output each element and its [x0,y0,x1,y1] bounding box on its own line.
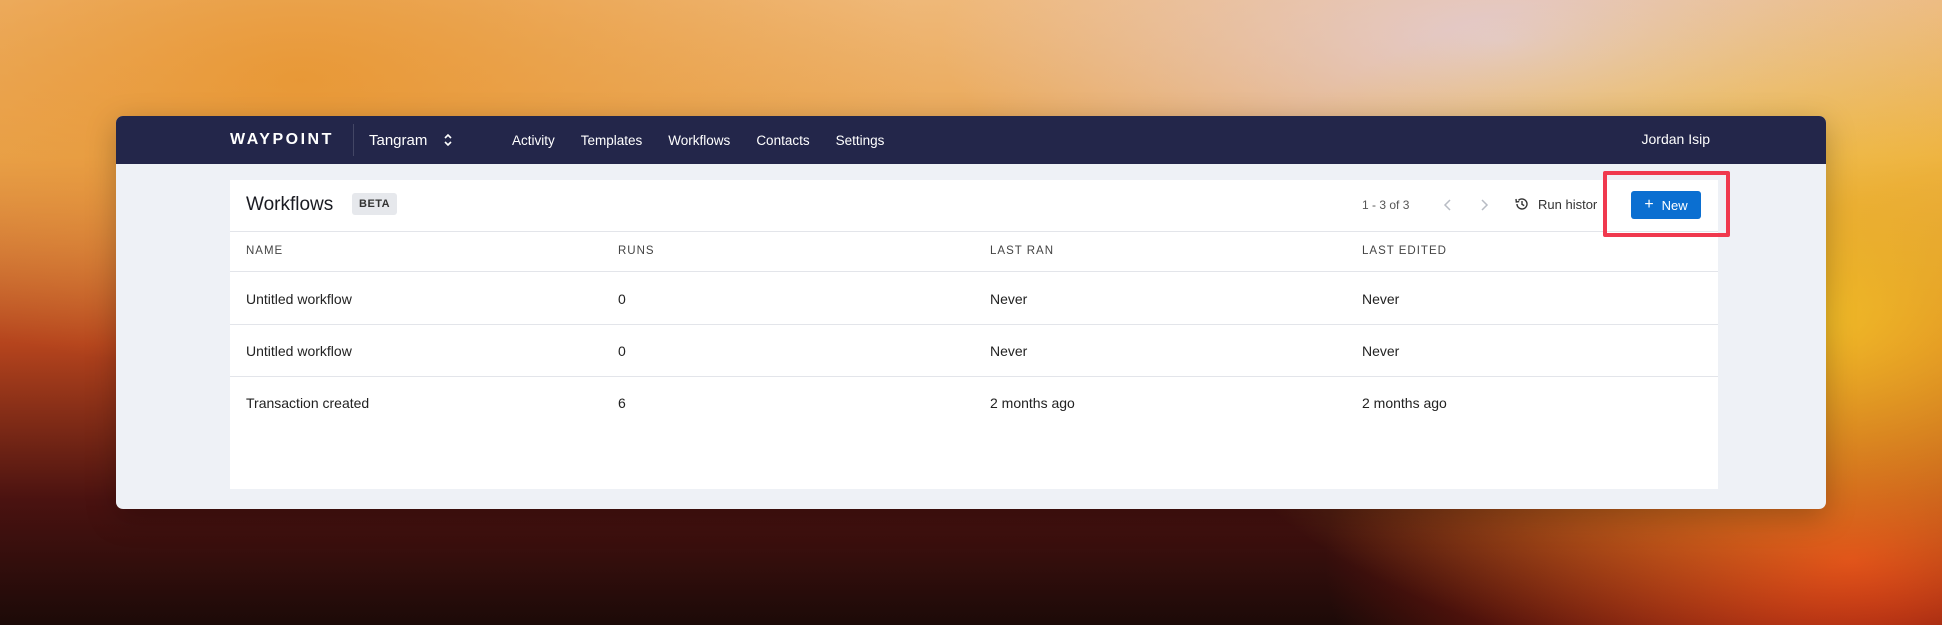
column-header-name[interactable]: NAME [246,245,283,257]
nav-settings[interactable]: Settings [836,133,885,148]
workflow-last-edited: Never [1362,343,1400,359]
column-header-last-edited[interactable]: LAST EDITED [1362,245,1447,257]
nav-templates[interactable]: Templates [581,133,643,148]
table-header: NAME RUNS LAST RAN LAST EDITED [230,232,1718,272]
beta-badge: BETA [352,193,398,215]
org-name: Tangram [369,131,428,149]
table-row[interactable]: Transaction created 6 2 months ago 2 mon… [230,376,1718,428]
pagination-text: 1 - 3 of 3 [1362,198,1410,212]
workflow-name: Transaction created [246,395,370,411]
app-window: WAYPOINT Tangram Activity Templates Work… [116,116,1826,509]
panel-header: Workflows BETA 1 - 3 of 3 Run histor + N… [230,180,1718,232]
workflow-runs: 6 [618,395,626,411]
workflow-last-edited: 2 months ago [1362,395,1447,411]
chevron-up-down-icon [444,133,452,147]
workflow-runs: 0 [618,343,626,359]
run-history-label: Run histor [1538,196,1598,212]
org-switcher[interactable]: Tangram [369,128,453,152]
page-title: Workflows [246,194,334,215]
table-row[interactable]: Untitled workflow 0 Never Never [230,324,1718,377]
highlight-box [1603,171,1730,237]
chevron-left-icon[interactable] [1441,198,1455,212]
table-row[interactable]: Untitled workflow 0 Never Never [230,272,1718,325]
nav-contacts[interactable]: Contacts [756,133,809,148]
run-history-button[interactable]: Run histor [1514,196,1597,212]
workflow-name: Untitled workflow [246,291,352,307]
nav-activity[interactable]: Activity [512,133,555,148]
top-navigation-bar: WAYPOINT Tangram Activity Templates Work… [116,116,1826,164]
workflow-name: Untitled workflow [246,343,352,359]
workflows-panel: Workflows BETA 1 - 3 of 3 Run histor + N… [230,180,1718,489]
column-header-runs[interactable]: RUNS [618,245,655,257]
nav-workflows[interactable]: Workflows [668,133,730,148]
workflow-runs: 0 [618,291,626,307]
workflow-last-ran: Never [990,343,1028,359]
workflow-last-ran: 2 months ago [990,395,1075,411]
divider [353,124,354,156]
workflow-last-edited: Never [1362,291,1400,307]
user-menu[interactable]: Jordan Isip [1642,131,1710,147]
logo[interactable]: WAYPOINT [230,131,334,149]
history-icon [1515,198,1528,210]
main-nav: Activity Templates Workflows Contacts Se… [512,116,910,164]
column-header-last-ran[interactable]: LAST RAN [990,245,1054,257]
chevron-right-icon[interactable] [1477,198,1491,212]
workflow-last-ran: Never [990,291,1028,307]
